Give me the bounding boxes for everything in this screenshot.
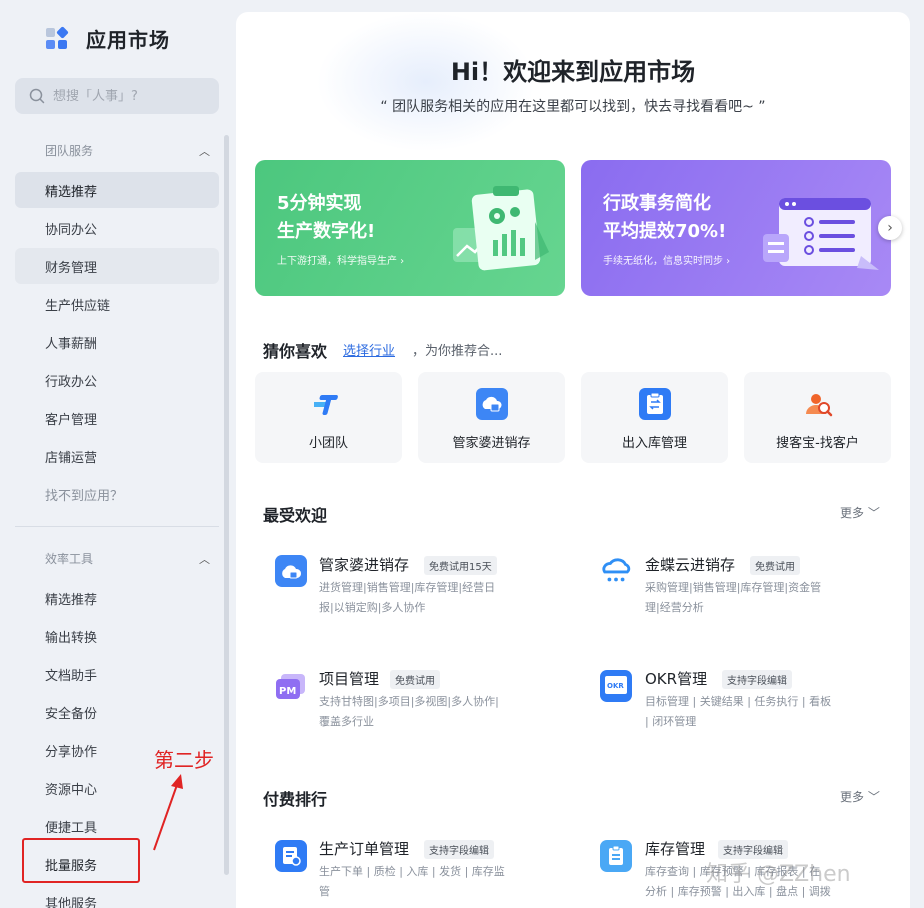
app-description: 支持甘特图|多项目|多视图|多人协作| 覆盖多行业 — [319, 695, 499, 728]
sidebar-item-featured[interactable]: 精选推荐 — [15, 172, 219, 208]
small-team-icon — [313, 388, 345, 420]
chevron-down-icon: ﹀ — [867, 506, 880, 520]
customer-search-icon — [802, 388, 834, 420]
sidebar-item-collab[interactable]: 协同办公 — [15, 210, 219, 246]
popular-title: 最受欢迎 — [263, 506, 328, 525]
sidebar-item-tools-featured[interactable]: 精选推荐 — [15, 580, 219, 616]
sidebar-item-backup[interactable]: 安全备份 — [15, 694, 219, 730]
search-input[interactable] — [53, 88, 213, 104]
gjp-app-icon[interactable] — [275, 555, 307, 587]
app-name[interactable]: 金蝶云进销存 — [645, 554, 735, 575]
app-name[interactable]: 项目管理 — [319, 668, 379, 689]
quick-card-small-team[interactable]: 小团队 — [255, 372, 402, 463]
tools-section-header[interactable]: 效率工具 ︿ — [45, 550, 210, 567]
banner-next-button[interactable]: › — [878, 216, 902, 240]
chevron-down-icon: ﹀ — [867, 790, 880, 804]
sidebar-item-hr[interactable]: 人事薪酬 — [15, 324, 219, 360]
watermark: 知乎 @ZZhen — [706, 862, 851, 887]
guess-hint: ，为你推荐合... — [412, 344, 503, 359]
app-badge: 支持字段编辑 — [722, 670, 792, 689]
paid-title: 付费排行 — [263, 790, 328, 809]
sidebar-item-finance[interactable]: 财务管理 — [15, 248, 219, 284]
quick-card-gjp[interactable]: 管家婆进销存 — [418, 372, 565, 463]
kingdee-cloud-icon[interactable] — [600, 555, 632, 587]
quick-card-label: 管家婆进销存 — [452, 436, 531, 451]
banner-title: 5分钟实现 生产数字化! — [277, 193, 376, 242]
sidebar-scrollbar[interactable] — [224, 135, 229, 875]
quick-card-label: 小团队 — [308, 436, 348, 451]
guess-title: 猜你喜欢 — [263, 342, 328, 361]
main-panel: Hi！欢迎来到应用市场 “ 团队服务相关的应用在这里都可以找到，快去寻找看看吧~… — [236, 12, 910, 908]
sidebar-item-convert[interactable]: 输出转换 — [15, 618, 219, 654]
sidebar-item-supply-chain[interactable]: 生产供应链 — [15, 286, 219, 322]
popular-more-button[interactable]: 更多 ﹀ — [840, 504, 880, 521]
quick-card-soukebao[interactable]: 搜客宝-找客户 — [744, 372, 891, 463]
banner-title: 行政事务简化 平均提效70%! — [603, 193, 727, 242]
banner-subtitle: 上下游打通，科学指导生产 › — [277, 256, 405, 267]
paid-more-button[interactable]: 更多 ﹀ — [840, 788, 880, 805]
chevron-up-icon: ︿ — [199, 552, 210, 566]
app-market-icon — [46, 25, 69, 50]
brand: 应用市场 — [46, 24, 170, 53]
banner-admin[interactable]: 行政事务简化 平均提效70%! 手续无纸化，信息实时同步 › — [581, 160, 891, 296]
chevron-right-icon: › — [887, 220, 893, 236]
app-badge: 免费试用 — [390, 670, 440, 689]
sidebar-item-store[interactable]: 店铺运营 — [15, 438, 219, 474]
clipboard-chart-icon — [453, 186, 549, 271]
sidebar-item-admin[interactable]: 行政办公 — [15, 362, 219, 398]
brand-title: 应用市场 — [86, 28, 170, 52]
batch-service-highlight — [22, 838, 140, 883]
app-description: 生产下单 | 质检 | 入库 | 发货 | 库存监管 — [319, 865, 505, 898]
welcome-title: Hi！欢迎来到应用市场 — [450, 58, 696, 86]
quick-card-label: 出入库管理 — [621, 436, 687, 451]
sidebar-divider — [15, 526, 219, 527]
tools-section-label: 效率工具 — [45, 552, 94, 566]
clipboard-transfer-icon — [638, 388, 671, 420]
app-badge: 免费试用15天 — [424, 556, 497, 575]
annotation-arrow-icon — [153, 774, 183, 851]
pm-icon[interactable]: PM — [275, 670, 307, 702]
team-section-header[interactable]: 团队服务 ︿ — [45, 142, 210, 159]
app-badge: 支持字段编辑 — [424, 840, 494, 859]
svg-text:OKR: OKR — [607, 682, 624, 690]
checklist-window-icon — [763, 198, 879, 270]
okr-icon[interactable]: OKR — [600, 670, 632, 702]
team-section-label: 团队服务 — [45, 144, 94, 158]
quick-card-label: 搜客宝-找客户 — [776, 436, 859, 451]
production-order-icon[interactable] — [275, 840, 307, 872]
banner-subtitle: 手续无纸化，信息实时同步 › — [603, 256, 731, 267]
app-description: 目标管理 | 关键结果 | 任务执行 | 看板 | 闭环管理 — [645, 695, 832, 728]
svg-text:PM: PM — [279, 686, 296, 697]
chevron-up-icon: ︿ — [199, 144, 210, 158]
cloud-box-icon — [475, 388, 508, 420]
app-name[interactable]: 生产订单管理 — [319, 838, 409, 859]
app-description: 采购管理|销售管理|库存管理|资金管 理|经营分析 — [645, 581, 822, 614]
inventory-icon[interactable] — [600, 840, 632, 872]
app-badge: 免费试用 — [750, 556, 800, 575]
sidebar-item-doc-helper[interactable]: 文档助手 — [15, 656, 219, 692]
banner-production[interactable]: 5分钟实现 生产数字化! 上下游打通，科学指导生产 › — [255, 160, 565, 296]
quick-card-inout[interactable]: 出入库管理 — [581, 372, 728, 463]
sidebar-item-not-found[interactable]: 找不到应用？ — [15, 476, 219, 512]
app-name[interactable]: 库存管理 — [645, 838, 705, 859]
sidebar-item-other[interactable]: 其他服务 — [15, 884, 219, 908]
sidebar-item-crm[interactable]: 客户管理 — [15, 400, 219, 436]
search-box[interactable] — [15, 78, 219, 114]
step-label: 第二步 — [154, 748, 214, 772]
select-industry-link[interactable]: 选择行业 — [343, 340, 395, 359]
sidebar-item-resources[interactable]: 资源中心 — [15, 770, 219, 806]
app-name[interactable]: OKR管理 — [645, 668, 707, 689]
search-icon — [29, 88, 45, 104]
welcome-subtitle: “ 团队服务相关的应用在这里都可以找到，快去寻找看看吧~ ” — [380, 99, 766, 115]
app-description: 进货管理|销售管理|库存管理|经营日 报|以销定购|多人协作 — [319, 581, 496, 614]
app-name[interactable]: 管家婆进销存 — [319, 554, 409, 575]
